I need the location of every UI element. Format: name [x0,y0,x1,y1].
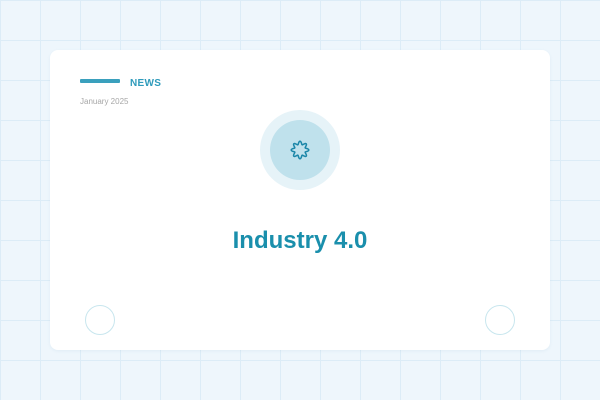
next-button[interactable] [485,305,515,335]
emblem-inner-circle [270,120,330,180]
accent-bar [80,79,120,83]
news-card: NEWS January 2025 Industry 4.0 [50,50,550,350]
cog-icon [290,140,310,160]
category-label: NEWS [130,78,162,89]
headline: Industry 4.0 [232,227,368,254]
publish-date: January 2025 [80,97,129,106]
emblem [260,110,340,190]
previous-button[interactable] [85,305,115,335]
